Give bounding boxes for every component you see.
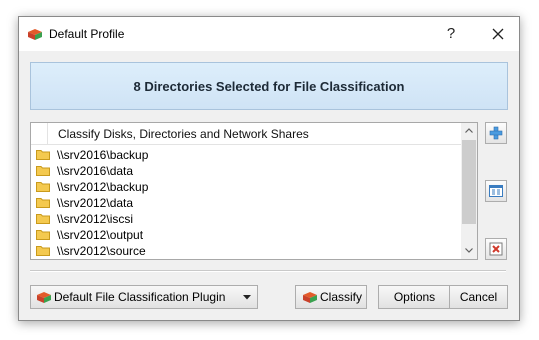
folder-icon xyxy=(36,198,50,208)
list-item-label: \\srv2012\iscsi xyxy=(57,212,134,226)
classify-button-label: Classify xyxy=(320,290,363,304)
vertical-scrollbar[interactable] xyxy=(461,123,477,259)
list-item[interactable]: \\srv2016\data xyxy=(31,163,461,179)
list-item[interactable]: \\srv2012\data xyxy=(31,195,461,211)
folder-icon xyxy=(36,182,50,192)
list-item-label: \\srv2012\output xyxy=(57,228,144,242)
app-logo-icon xyxy=(28,29,42,40)
add-icon xyxy=(489,126,503,140)
close-icon xyxy=(492,28,504,40)
list-item-label: \\srv2012\backup xyxy=(57,180,149,194)
plugin-icon xyxy=(37,292,51,303)
list-item[interactable]: \\srv2016\backup xyxy=(31,147,461,163)
list-header-label: Classify Disks, Directories and Network … xyxy=(58,127,309,141)
folder-icon xyxy=(36,150,50,160)
list-item-label: \\srv2012\data xyxy=(57,196,134,210)
options-button[interactable]: Options xyxy=(378,285,451,309)
remove-directory-button[interactable] xyxy=(485,238,507,260)
list-item-label: \\srv2012\source xyxy=(57,244,146,258)
folder-icon xyxy=(36,230,50,240)
selection-summary-banner: 8 Directories Selected for File Classifi… xyxy=(30,62,508,110)
window-title: Default Profile xyxy=(49,27,125,41)
classify-icon xyxy=(303,292,317,303)
scroll-thumb[interactable] xyxy=(462,140,476,224)
directory-list[interactable]: Classify Disks, Directories and Network … xyxy=(30,122,478,260)
folder-icon xyxy=(36,246,50,256)
chevron-down-icon xyxy=(465,248,473,253)
help-button[interactable]: ? xyxy=(439,17,463,51)
scroll-down-button[interactable] xyxy=(461,243,477,259)
classify-button[interactable]: Classify xyxy=(295,285,367,309)
list-header: Classify Disks, Directories and Network … xyxy=(31,123,461,145)
title-bar[interactable]: Default Profile ? xyxy=(19,17,519,51)
add-directory-button[interactable] xyxy=(485,122,507,144)
separator xyxy=(30,270,506,272)
folder-icon xyxy=(36,166,50,176)
list-item[interactable]: \\srv2012\output xyxy=(31,227,461,243)
list-item[interactable]: \\srv2012\backup xyxy=(31,179,461,195)
header-gutter xyxy=(47,123,48,144)
directory-properties-button[interactable] xyxy=(485,180,507,202)
plugin-dropdown-value: Default File Classification Plugin xyxy=(54,290,226,304)
dropdown-arrow-icon xyxy=(243,295,251,300)
list-item-label: \\srv2016\data xyxy=(57,164,134,178)
close-button[interactable] xyxy=(483,17,513,51)
directory-rows: \\srv2016\backup \\srv2016\data \\srv201… xyxy=(31,147,461,259)
plugin-dropdown[interactable]: Default File Classification Plugin xyxy=(30,285,258,309)
list-item[interactable]: \\srv2012\iscsi xyxy=(31,211,461,227)
remove-icon xyxy=(489,242,503,256)
classification-dialog: Default Profile ? 8 Directories Selected… xyxy=(18,16,520,321)
list-item[interactable]: \\srv2012\source xyxy=(31,243,461,259)
properties-icon xyxy=(489,185,503,197)
list-item-label: \\srv2016\backup xyxy=(57,148,149,162)
folder-icon xyxy=(36,214,50,224)
cancel-button[interactable]: Cancel xyxy=(449,285,508,309)
chevron-up-icon xyxy=(465,128,473,133)
scroll-up-button[interactable] xyxy=(461,123,477,139)
